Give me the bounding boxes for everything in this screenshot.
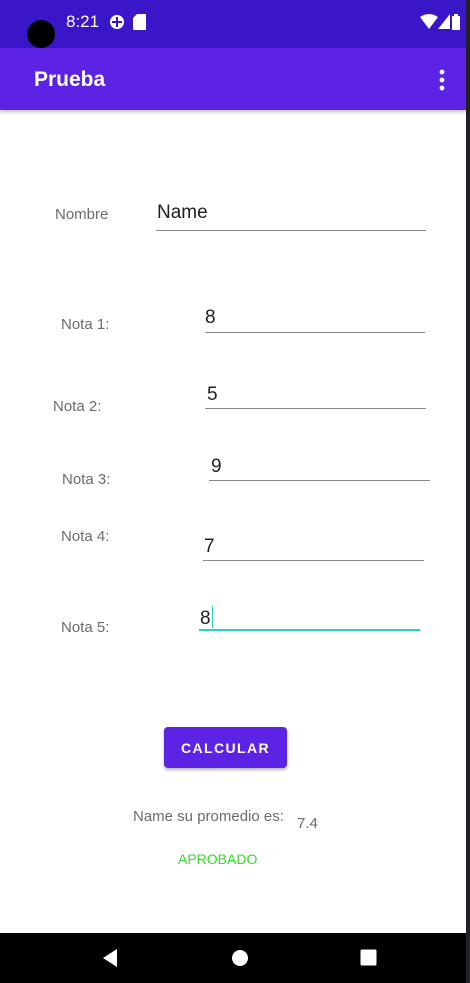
result-status-badge: APROBADO [178,851,258,867]
navigation-bar [0,933,466,983]
text-cursor [211,606,214,628]
nota-4-input-value: 7 [204,536,215,557]
nota-5-input[interactable]: 8 [199,598,420,631]
result-average-value: 7.4 [297,815,318,832]
app-bar: Prueba [0,48,466,110]
nota-1-input[interactable]: 8 [205,300,425,333]
signal-icon [438,14,450,34]
wifi-icon [420,14,438,34]
status-bar: 8:21 [0,0,466,48]
nota-2-label: Nota 2: [53,398,102,415]
recents-icon[interactable] [360,949,377,971]
nota-3-input-value: 9 [211,456,222,477]
back-icon[interactable] [101,948,119,973]
nota-5-label: Nota 5: [61,619,110,636]
nombre-input-value: Name [157,202,208,223]
data-saver-icon [109,14,125,35]
calcular-button[interactable]: CALCULAR [164,727,287,768]
result-label: Name su promedio es: [133,808,284,825]
nota-5-value-text: 8 [200,608,211,629]
camera-cutout [27,20,55,48]
sd-card-icon [133,14,146,35]
app-title: Prueba [34,68,106,91]
nota-3-input[interactable]: 9 [209,448,430,481]
nota-2-input-value: 5 [207,384,218,405]
nota-4-label: Nota 4: [61,528,110,545]
overflow-menu-icon[interactable] [432,68,452,92]
nota-4-input[interactable]: 7 [203,528,424,561]
nombre-label: Nombre [55,206,109,223]
nota-2-input[interactable]: 5 [205,376,426,409]
status-time: 8:21 [66,12,100,31]
device-frame-edge [466,0,470,983]
nombre-input[interactable]: Name [156,196,426,231]
home-icon[interactable] [231,949,249,972]
nota-3-label: Nota 3: [62,471,111,488]
nota-1-label: Nota 1: [61,316,110,333]
nota-5-input-value: 8 [200,606,214,630]
battery-icon [452,14,460,35]
nota-1-input-value: 8 [205,307,216,328]
